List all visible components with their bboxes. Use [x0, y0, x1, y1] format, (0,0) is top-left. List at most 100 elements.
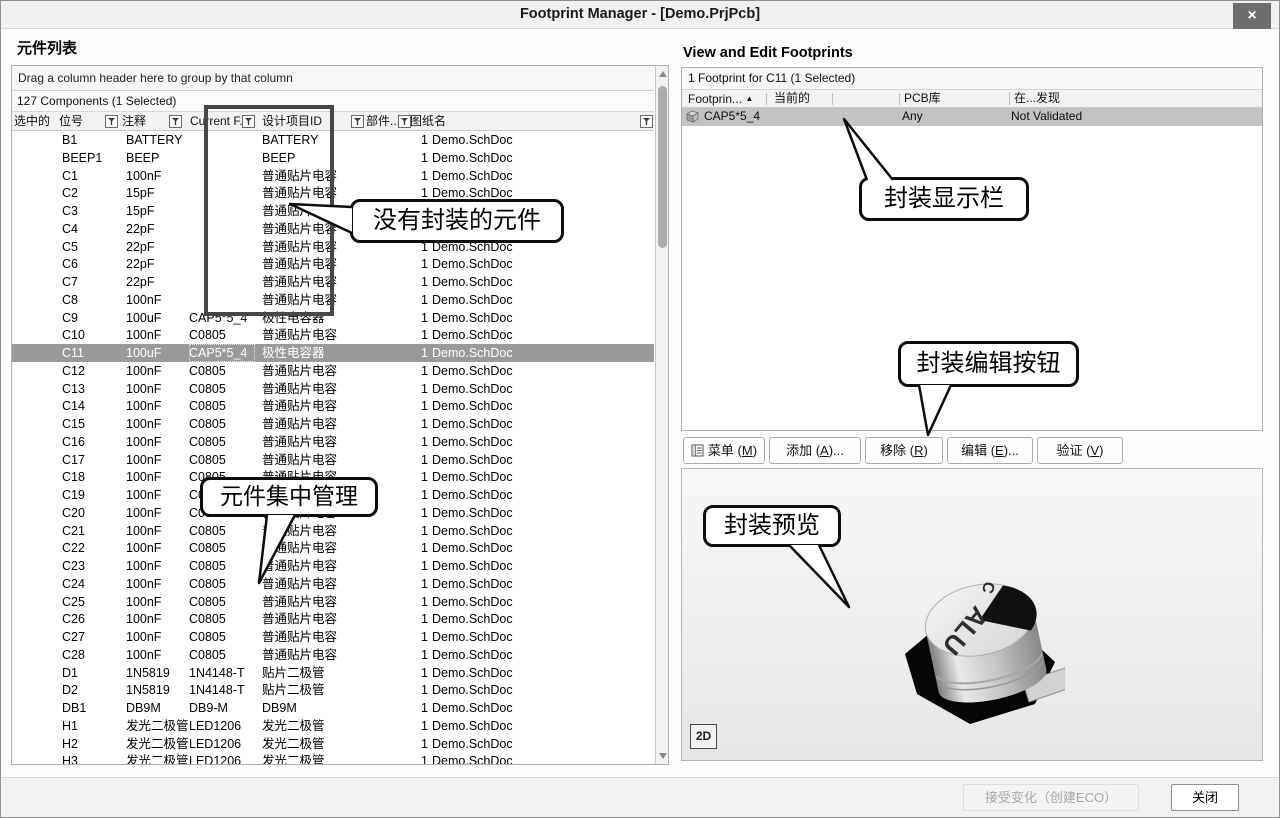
table-row[interactable]: C17100nFC0805普通贴片电容1Demo.SchDoc — [12, 451, 654, 469]
cell: 100nF — [126, 433, 186, 451]
cell: C28 — [62, 646, 120, 664]
footprint-edit-button[interactable]: 编辑 (E)... — [947, 437, 1033, 464]
table-row[interactable]: C24100nFC0805普通贴片电容1Demo.SchDoc — [12, 575, 654, 593]
cell: C0805 — [189, 628, 255, 646]
filter-icon[interactable] — [105, 115, 118, 128]
column-header-1[interactable]: 位号 — [59, 112, 83, 131]
cell: Demo.SchDoc — [432, 380, 527, 398]
table-row[interactable]: D21N58191N4148-T贴片二极管1Demo.SchDoc — [12, 681, 654, 699]
accept-changes-button[interactable]: 接受变化（创建ECO） — [963, 784, 1139, 811]
table-row[interactable]: C21100nFC0805普通贴片电容1Demo.SchDoc — [12, 522, 654, 540]
right-panel-title: View and Edit Footprints — [683, 45, 853, 61]
2d-mode-button[interactable]: 2D — [690, 724, 717, 749]
table-row[interactable]: C10100nFC0805普通贴片电容1Demo.SchDoc — [12, 326, 654, 344]
cell: C0805 — [189, 593, 255, 611]
cell: Demo.SchDoc — [432, 664, 527, 682]
table-row[interactable]: C13100nFC0805普通贴片电容1Demo.SchDoc — [12, 380, 654, 398]
cell: 22pF — [126, 255, 186, 273]
column-header-6[interactable]: 图纸名 — [410, 112, 446, 131]
column-header-2[interactable]: 注释 — [122, 112, 146, 131]
cell: LED1206 — [189, 717, 255, 735]
footer-bar: 接受变化（创建ECO） 关闭 — [1, 777, 1279, 818]
cell: Demo.SchDoc — [432, 291, 527, 309]
vertical-scrollbar[interactable] — [655, 66, 668, 764]
cell: 1 — [410, 575, 428, 593]
footprint-add-button[interactable]: 添加 (A)... — [769, 437, 861, 464]
cell: Demo.SchDoc — [432, 326, 527, 344]
table-row[interactable]: C23100nFC0805普通贴片电容1Demo.SchDoc — [12, 557, 654, 575]
cell: Demo.SchDoc — [432, 610, 527, 628]
table-row[interactable]: C25100nFC0805普通贴片电容1Demo.SchDoc — [12, 593, 654, 611]
cell: 1 — [410, 344, 428, 362]
header-separator — [832, 93, 833, 105]
cell: 1 — [410, 415, 428, 433]
cell: 1 — [410, 291, 428, 309]
footprint-remove-button[interactable]: 移除 (R) — [865, 437, 943, 464]
group-by-drop-zone[interactable]: Drag a column header here to group by th… — [12, 66, 654, 91]
footprint-menu-button[interactable]: 菜单 (M) — [683, 437, 765, 464]
scroll-down-arrow[interactable] — [657, 750, 668, 762]
scroll-thumb[interactable] — [658, 86, 667, 248]
cell: 100uF — [126, 344, 186, 362]
cell: C0805 — [189, 610, 255, 628]
cell: 1 — [410, 557, 428, 575]
title-bar[interactable]: Footprint Manager - [Demo.PrjPcb] × — [1, 1, 1279, 29]
table-row[interactable]: C11100uFCAP5*5_4极性电容器1Demo.SchDoc — [12, 344, 654, 362]
column-header-5[interactable]: 部件... — [366, 112, 400, 131]
table-row[interactable]: D11N58191N4148-T贴片二极管1Demo.SchDoc — [12, 664, 654, 682]
cell: C11 — [62, 344, 120, 362]
table-row[interactable]: C28100nFC0805普通贴片电容1Demo.SchDoc — [12, 646, 654, 664]
table-row[interactable]: C26100nFC0805普通贴片电容1Demo.SchDoc — [12, 610, 654, 628]
col-pcb-library[interactable]: PCB库 — [904, 90, 941, 108]
cell: 发光二极管 — [126, 752, 186, 764]
cell: C0805 — [189, 646, 255, 664]
close-button[interactable]: × — [1233, 3, 1271, 29]
cell: C0805 — [189, 522, 255, 540]
cell: Demo.SchDoc — [432, 717, 527, 735]
filter-icon[interactable] — [640, 115, 653, 128]
col-footprint-name[interactable]: Footprin... ▲ — [688, 90, 753, 108]
table-row[interactable]: DB1DB9MDB9-MDB9M1Demo.SchDoc — [12, 699, 654, 717]
dialog-close-button[interactable]: 关闭 — [1171, 784, 1239, 811]
cell: 1N5819 — [126, 664, 186, 682]
cell: DB9M — [126, 699, 186, 717]
cell: Demo.SchDoc — [432, 344, 527, 362]
filter-icon[interactable] — [169, 115, 182, 128]
cell: Demo.SchDoc — [432, 149, 527, 167]
cell: C0805 — [189, 380, 255, 398]
table-row[interactable]: C14100nFC0805普通贴片电容1Demo.SchDoc — [12, 397, 654, 415]
col-current[interactable]: 当前的 — [774, 90, 810, 108]
col-found-in[interactable]: 在...发现 — [1014, 90, 1060, 108]
cell: 发光二极管 — [262, 752, 402, 764]
column-header-0[interactable]: 选中的 — [14, 112, 50, 131]
cell: Demo.SchDoc — [432, 468, 527, 486]
table-row[interactable]: H1发光二极管LED1206发光二极管1Demo.SchDoc — [12, 717, 654, 735]
cell: C0805 — [189, 326, 255, 344]
cell: 1 — [410, 131, 428, 149]
footprint-manager-dialog: Footprint Manager - [Demo.PrjPcb] × 元件列表… — [0, 0, 1280, 818]
cell: 100nF — [126, 522, 186, 540]
table-row[interactable]: C15100nFC0805普通贴片电容1Demo.SchDoc — [12, 415, 654, 433]
cell: 1 — [410, 362, 428, 380]
cell: Demo.SchDoc — [432, 504, 527, 522]
component-grid: Drag a column header here to group by th… — [11, 65, 669, 765]
cell: C14 — [62, 397, 120, 415]
table-row[interactable]: C12100nFC0805普通贴片电容1Demo.SchDoc — [12, 362, 654, 380]
footprint-validate-button[interactable]: 验证 (V) — [1037, 437, 1123, 464]
cell: 发光二极管 — [262, 717, 402, 735]
cell: BEEP — [126, 149, 186, 167]
table-row[interactable]: C27100nFC0805普通贴片电容1Demo.SchDoc — [12, 628, 654, 646]
cell: 普通贴片电容 — [262, 362, 402, 380]
filter-icon[interactable] — [351, 115, 364, 128]
cell: C15 — [62, 415, 120, 433]
scroll-up-arrow[interactable] — [657, 68, 668, 80]
cell: 发光二极管 — [262, 735, 402, 753]
cell: 发光二极管 — [126, 735, 186, 753]
footprint-row[interactable]: CAP5*5_4 Any Not Validated — [682, 108, 1262, 126]
cell: 普通贴片电容 — [262, 628, 402, 646]
table-row[interactable]: C22100nFC0805普通贴片电容1Demo.SchDoc — [12, 539, 654, 557]
cell: 1 — [410, 752, 428, 764]
table-row[interactable]: C16100nFC0805普通贴片电容1Demo.SchDoc — [12, 433, 654, 451]
table-row[interactable]: H2发光二极管LED1206发光二极管1Demo.SchDoc — [12, 735, 654, 753]
table-row[interactable]: H3发光二极管LED1206发光二极管1Demo.SchDoc — [12, 752, 654, 764]
